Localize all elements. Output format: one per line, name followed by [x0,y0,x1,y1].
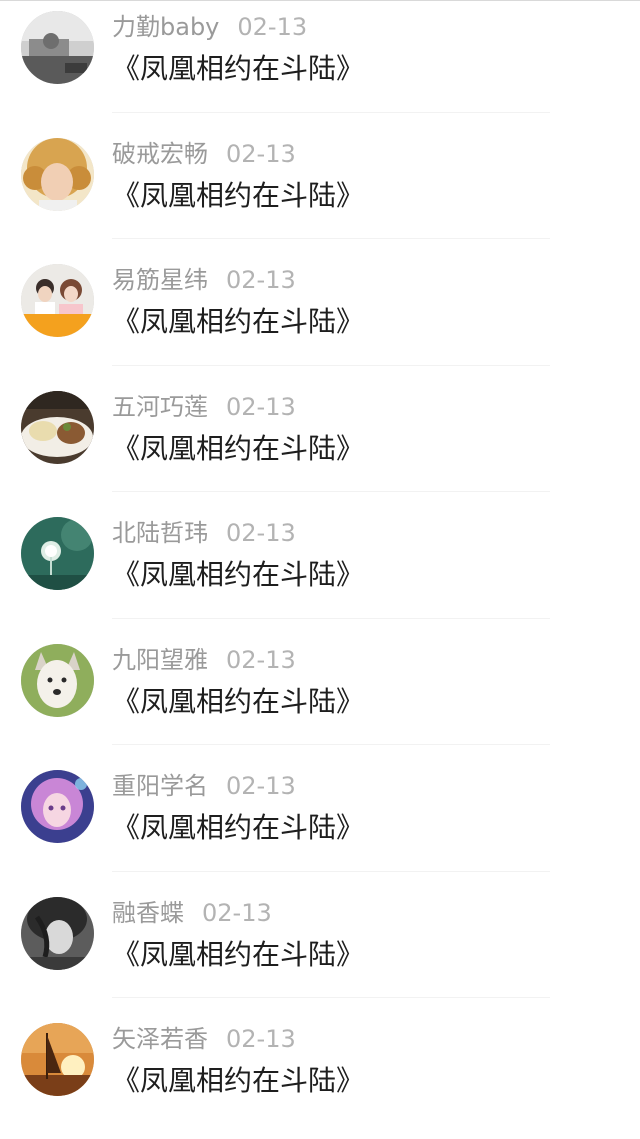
bedroom-photo-avatar[interactable] [21,11,94,84]
sunset-sailboat-avatar[interactable] [21,1023,94,1096]
username[interactable]: 重阳学名 [112,772,208,800]
comment-meta: 矢泽若香 02-13 [112,1024,296,1054]
divider [112,870,550,872]
comment-time: 02-13 [226,392,296,421]
divider [112,617,550,619]
comment-meta: 融香蝶 02-13 [112,898,272,928]
comment-item[interactable]: 九阳望雅 02-13 《凤凰相约在斗陆》 [0,633,640,760]
comment-text: 《凤凰相约在斗陆》 [112,305,365,338]
comment-time: 02-13 [237,13,308,41]
username[interactable]: 矢泽若香 [112,1025,208,1053]
username[interactable]: 九阳望雅 [112,646,208,674]
divider [112,491,550,492]
comment-time: 02-13 [226,772,296,800]
comment-item[interactable]: 力勤baby 02-13 《凤凰相约在斗陆》 [0,0,640,127]
comment-meta: 九阳望雅 02-13 [112,645,296,675]
username[interactable]: 力勤baby [112,13,219,41]
divider [112,238,550,239]
comment-meta: 北陆哲玮 02-13 [112,518,296,548]
comment-text: 《凤凰相约在斗陆》 [112,178,365,212]
comment-meta: 易筋星纬 02-13 [112,265,296,295]
username[interactable]: 破戒宏畅 [112,140,208,168]
comment-text: 《凤凰相约在斗陆》 [112,558,365,591]
comment-list: 力勤baby 02-13 《凤凰相约在斗陆》 破戒宏畅 02-13 《凤凰相约在斗陆… [0,0,640,1139]
comment-text: 《凤凰相约在斗陆》 [112,937,365,971]
comment-item[interactable]: 易筋星纬 02-13 《凤凰相约在斗陆》 [0,253,640,380]
comment-text: 《凤凰相约在斗陆》 [112,1064,365,1097]
comment-item[interactable]: 矢泽若香 02-13 《凤凰相约在斗陆》 [0,1012,640,1139]
comment-meta: 五河巧莲 02-13 [112,392,296,422]
couple-photo-avatar[interactable] [21,264,94,337]
comment-item[interactable]: 北陆哲玮 02-13 《凤凰相约在斗陆》 [0,506,640,633]
anime-girl-avatar[interactable] [21,770,94,843]
comment-meta: 力勤baby 02-13 [112,12,307,42]
comment-time: 02-13 [226,1025,296,1053]
comment-item[interactable]: 破戒宏畅 02-13 《凤凰相约在斗陆》 [0,127,640,254]
comment-time: 02-13 [226,266,296,294]
comment-item[interactable]: 融香蝶 02-13 《凤凰相约在斗陆》 [0,886,640,1013]
username[interactable]: 融香蝶 [112,899,184,927]
comment-text: 《凤凰相约在斗陆》 [112,431,365,465]
username[interactable]: 五河巧莲 [112,393,208,421]
divider [112,997,550,998]
husky-dog-avatar[interactable] [21,643,94,717]
comment-text: 《凤凰相约在斗陆》 [112,52,365,85]
comment-meta: 破戒宏畅 02-13 [112,139,296,169]
comment-time: 02-13 [202,898,272,927]
username[interactable]: 易筋星纬 [112,266,208,294]
comment-item[interactable]: 五河巧莲 02-13 《凤凰相约在斗陆》 [0,380,640,507]
divider [112,744,550,745]
food-plate-avatar[interactable] [21,390,94,464]
dandelion-avatar[interactable] [21,517,94,590]
comment-time: 02-13 [226,139,296,168]
curly-hair-child-avatar[interactable] [21,137,94,211]
dark-anime-boy-avatar[interactable] [21,896,94,970]
divider [112,111,550,113]
comment-meta: 重阳学名 02-13 [112,771,296,801]
comment-time: 02-13 [226,645,296,674]
username[interactable]: 北陆哲玮 [112,519,208,547]
comment-item[interactable]: 重阳学名 02-13 《凤凰相约在斗陆》 [0,759,640,886]
comment-text: 《凤凰相约在斗陆》 [112,811,365,844]
comment-time: 02-13 [226,519,296,547]
comment-text: 《凤凰相约在斗陆》 [112,684,365,718]
divider [112,364,550,366]
